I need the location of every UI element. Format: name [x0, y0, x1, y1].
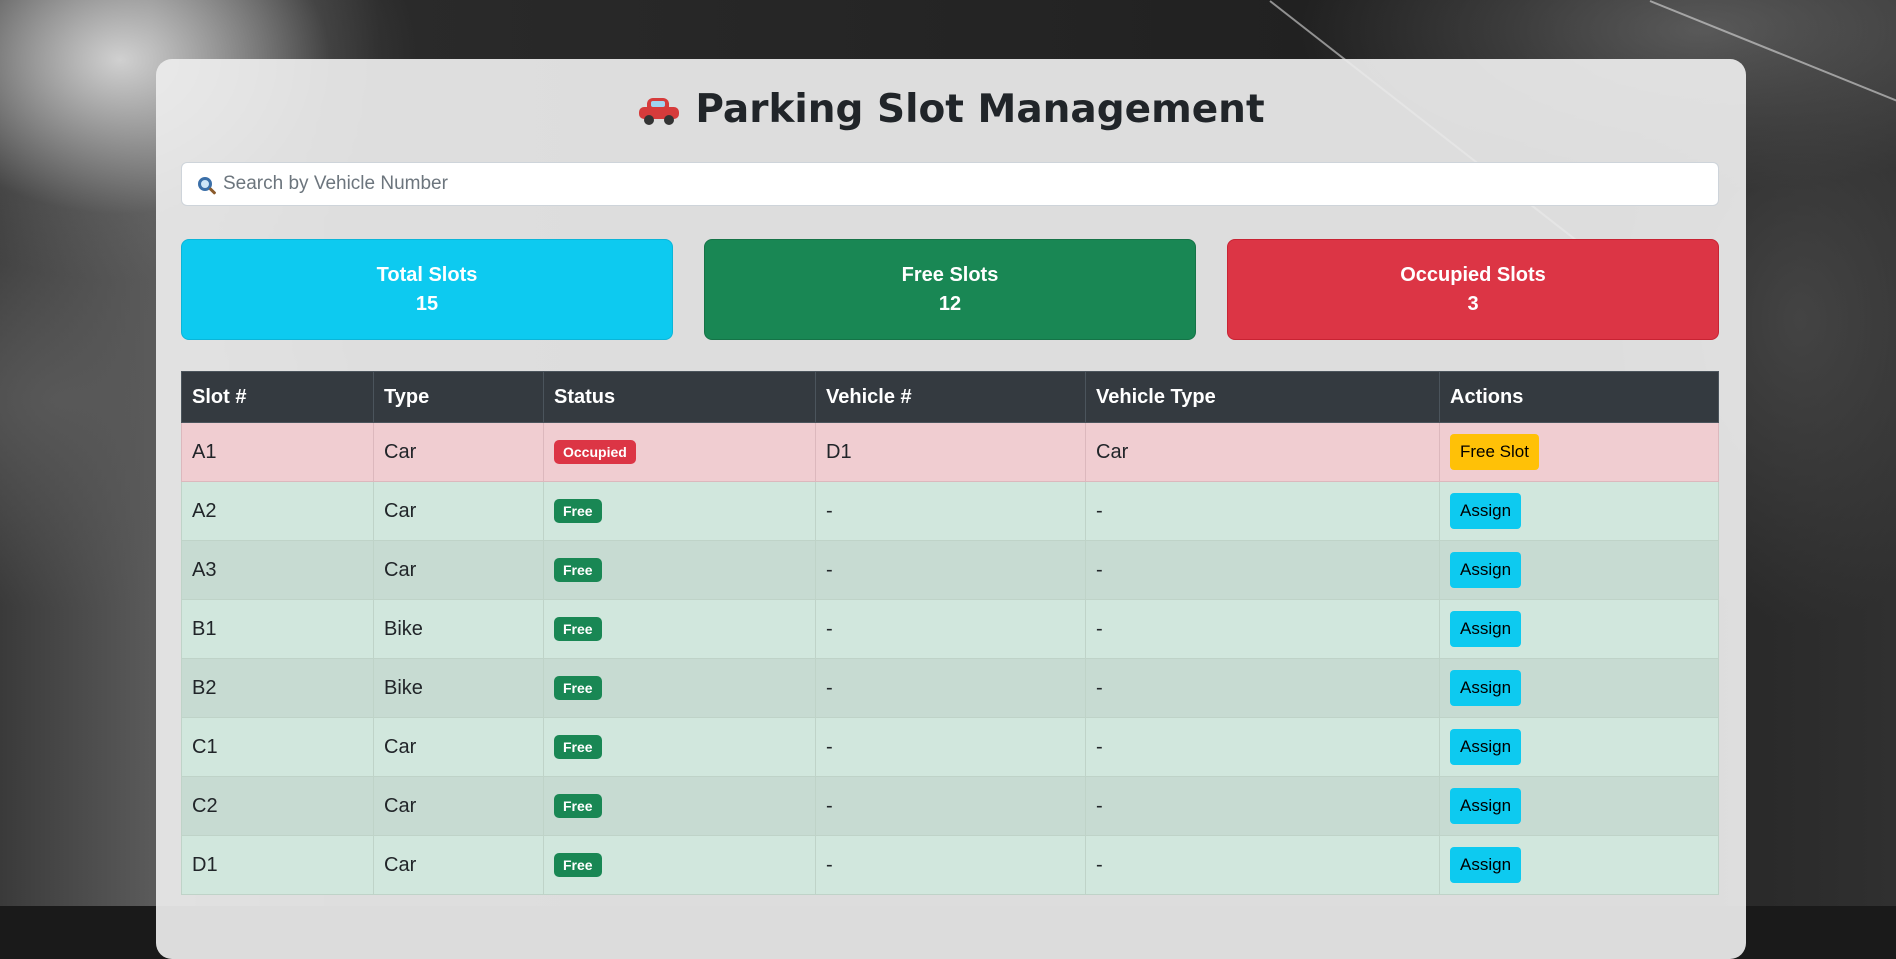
- column-header-vehicle: Vehicle #: [815, 371, 1086, 423]
- column-header-status: Status: [543, 371, 816, 423]
- status-badge: Free: [554, 853, 602, 877]
- occupied-slots-label: Occupied Slots: [1400, 263, 1546, 286]
- status-badge: Free: [554, 735, 602, 759]
- assign-button[interactable]: Assign: [1450, 670, 1522, 706]
- total-slots-card: Total Slots 15: [181, 239, 673, 340]
- main-panel: Parking Slot Management Total Slots 15 F…: [156, 59, 1746, 959]
- status-badge: Free: [554, 558, 602, 582]
- status-cell: Free: [543, 481, 816, 541]
- vehicle-type-cell: -: [1085, 658, 1440, 718]
- assign-button[interactable]: Assign: [1450, 788, 1522, 824]
- slot-cell: B1: [181, 599, 374, 659]
- table-row: B2 Bike Free - - Assign: [181, 658, 1719, 718]
- actions-cell: Assign: [1439, 776, 1719, 836]
- vehicle-cell: -: [815, 658, 1086, 718]
- assign-button[interactable]: Assign: [1450, 552, 1522, 588]
- slot-cell: C2: [181, 776, 374, 836]
- type-cell: Bike: [373, 658, 544, 718]
- table-row: A3 Car Free - - Assign: [181, 540, 1719, 600]
- vehicle-cell: D1: [815, 422, 1086, 482]
- status-cell: Occupied: [543, 422, 816, 482]
- status-badge: Free: [554, 499, 602, 523]
- vehicle-cell: -: [815, 835, 1086, 895]
- actions-cell: Assign: [1439, 481, 1719, 541]
- status-badge: Free: [554, 676, 602, 700]
- vehicle-type-cell: Car: [1085, 422, 1440, 482]
- actions-cell: Assign: [1439, 717, 1719, 777]
- slots-table: Slot # Type Status Vehicle # Vehicle Typ…: [181, 371, 1719, 895]
- search-input[interactable]: [221, 162, 1718, 206]
- total-slots-value: 15: [415, 292, 439, 315]
- vehicle-cell: -: [815, 776, 1086, 836]
- vehicle-type-cell: -: [1085, 835, 1440, 895]
- type-cell: Car: [373, 422, 544, 482]
- column-header-actions: Actions: [1439, 371, 1719, 423]
- slot-cell: D1: [181, 835, 374, 895]
- free-slots-value: 12: [938, 292, 962, 315]
- assign-button[interactable]: Assign: [1450, 847, 1522, 883]
- slot-cell: A2: [181, 481, 374, 541]
- vehicle-cell: -: [815, 599, 1086, 659]
- free-slots-label: Free Slots: [901, 263, 999, 286]
- assign-button[interactable]: Assign: [1450, 611, 1522, 647]
- actions-cell: Assign: [1439, 540, 1719, 600]
- table-row: B1 Bike Free - - Assign: [181, 599, 1719, 659]
- column-header-vehicle-type: Vehicle Type: [1085, 371, 1440, 423]
- type-cell: Car: [373, 717, 544, 777]
- type-cell: Bike: [373, 599, 544, 659]
- vehicle-type-cell: -: [1085, 776, 1440, 836]
- page-title: Parking Slot Management: [156, 87, 1746, 132]
- status-cell: Free: [543, 540, 816, 600]
- table-row: C2 Car Free - - Assign: [181, 776, 1719, 836]
- status-cell: Free: [543, 658, 816, 718]
- assign-button[interactable]: Assign: [1450, 729, 1522, 765]
- vehicle-type-cell: -: [1085, 481, 1440, 541]
- type-cell: Car: [373, 540, 544, 600]
- table-row: D1 Car Free - - Assign: [181, 835, 1719, 895]
- table-row: A1 Car Occupied D1 Car Free Slot: [181, 422, 1719, 482]
- status-cell: Free: [543, 717, 816, 777]
- column-header-type: Type: [373, 371, 544, 423]
- vehicle-cell: -: [815, 540, 1086, 600]
- status-cell: Free: [543, 776, 816, 836]
- vehicle-type-cell: -: [1085, 717, 1440, 777]
- status-badge: Free: [554, 617, 602, 641]
- status-badge: Occupied: [554, 440, 636, 464]
- free-slots-card: Free Slots 12: [704, 239, 1196, 340]
- table-row: A2 Car Free - - Assign: [181, 481, 1719, 541]
- slot-cell: A1: [181, 422, 374, 482]
- total-slots-label: Total Slots: [376, 263, 478, 286]
- status-badge: Free: [554, 794, 602, 818]
- type-cell: Car: [373, 776, 544, 836]
- actions-cell: Assign: [1439, 599, 1719, 659]
- vehicle-type-cell: -: [1085, 540, 1440, 600]
- vehicle-cell: -: [815, 481, 1086, 541]
- actions-cell: Assign: [1439, 658, 1719, 718]
- car-icon: [637, 95, 681, 125]
- column-header-slot: Slot #: [181, 371, 374, 423]
- actions-cell: Free Slot: [1439, 422, 1719, 482]
- actions-cell: Assign: [1439, 835, 1719, 895]
- status-cell: Free: [543, 835, 816, 895]
- table-header-row: Slot # Type Status Vehicle # Vehicle Typ…: [181, 371, 1719, 423]
- occupied-slots-value: 3: [1467, 292, 1479, 315]
- assign-button[interactable]: Assign: [1450, 493, 1522, 529]
- vehicle-cell: -: [815, 717, 1086, 777]
- vehicle-type-cell: -: [1085, 599, 1440, 659]
- slot-cell: B2: [181, 658, 374, 718]
- slot-cell: C1: [181, 717, 374, 777]
- search-icon: [198, 177, 212, 191]
- search-box: [181, 162, 1719, 206]
- status-cell: Free: [543, 599, 816, 659]
- page-title-text: Parking Slot Management: [695, 87, 1265, 132]
- type-cell: Car: [373, 481, 544, 541]
- table-row: C1 Car Free - - Assign: [181, 717, 1719, 777]
- occupied-slots-card: Occupied Slots 3: [1227, 239, 1719, 340]
- type-cell: Car: [373, 835, 544, 895]
- slot-cell: A3: [181, 540, 374, 600]
- free-slot-button[interactable]: Free Slot: [1450, 434, 1539, 470]
